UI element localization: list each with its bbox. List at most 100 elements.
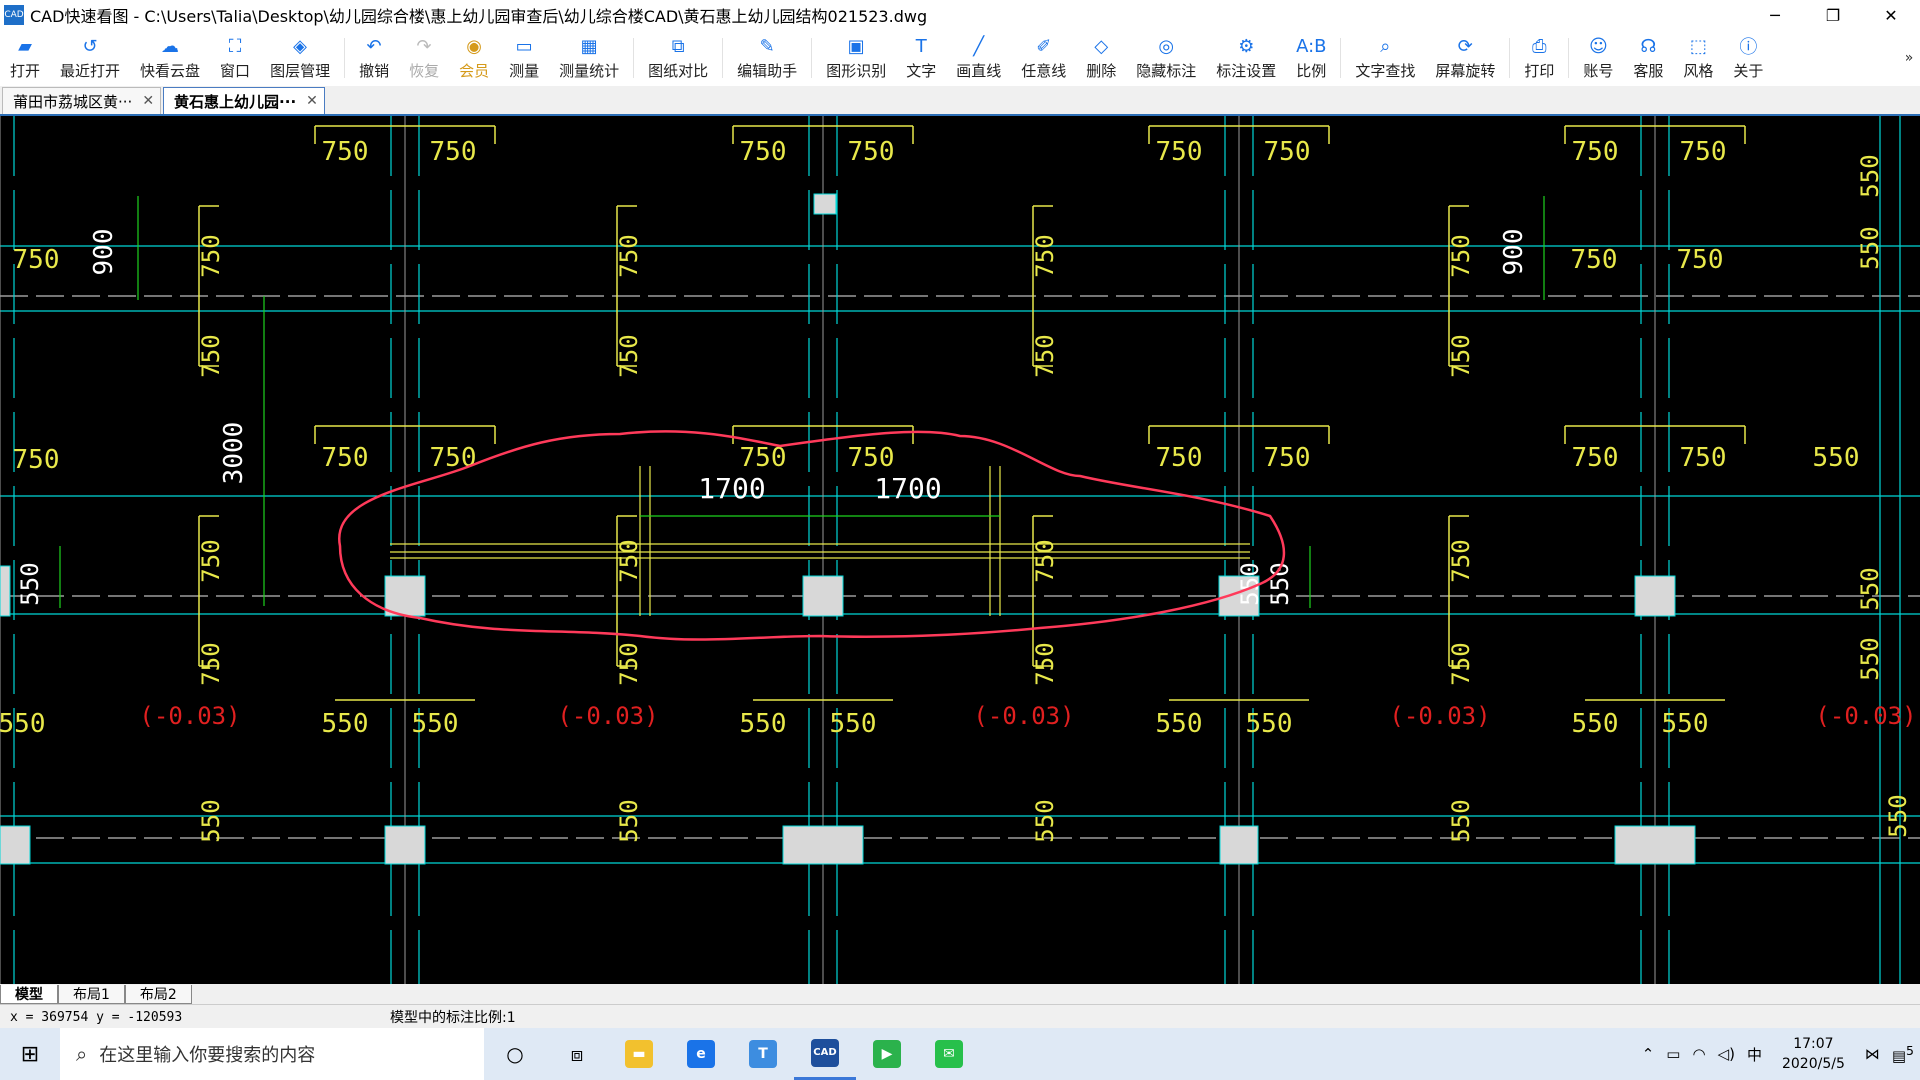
- service-button[interactable]: ☊ 客服: [1623, 30, 1673, 86]
- dimension-label: 750: [197, 334, 225, 377]
- user-icon: ☺: [1588, 35, 1608, 57]
- undo-button[interactable]: ↶ 撤销: [349, 30, 399, 86]
- dimension-label: 550: [1856, 637, 1884, 680]
- dimension-label: 750: [1031, 334, 1059, 377]
- close-icon[interactable]: ✕: [306, 93, 318, 109]
- column-block: [384, 825, 426, 865]
- scale-button[interactable]: A:B 比例: [1286, 30, 1336, 86]
- windows-taskbar: ⊞ ⌕ 在这里输入你要搜索的内容 ○ ⧈ ▬ e T CAD ▶ ✉ ⌃ ▭ ◠…: [0, 1028, 1920, 1080]
- dimension-label: 750: [1447, 234, 1475, 277]
- dimension-label: 550: [1813, 443, 1860, 473]
- toolbar-divider: [811, 38, 813, 78]
- measure-button[interactable]: ▭ 测量: [499, 30, 549, 86]
- drawing-canvas[interactable]: 750 750 750 750 750 750 750 750 550 550 550 (-0.03)…: [0, 116, 1920, 984]
- vip-button[interactable]: ◉ 会员: [449, 30, 499, 86]
- edit-helper-button[interactable]: ✎ 编辑助手: [727, 30, 807, 86]
- layout-tab-model[interactable]: 模型: [0, 984, 58, 1004]
- input-icon[interactable]: ⋈: [1859, 1045, 1886, 1063]
- notification-icon[interactable]: ▤5: [1886, 1043, 1920, 1065]
- wifi-icon[interactable]: ◠: [1686, 1045, 1711, 1063]
- text-button[interactable]: T 文字: [896, 30, 946, 86]
- close-icon[interactable]: ✕: [142, 93, 154, 109]
- status-bar: x = 369754 y = -120593 模型中的标注比例:1: [0, 1004, 1920, 1029]
- text-icon: T: [915, 35, 927, 57]
- wechat-app[interactable]: ✉: [918, 1028, 980, 1080]
- print-button[interactable]: ⎙ 打印: [1514, 30, 1564, 86]
- measure-stats-button[interactable]: ▦ 测量统计: [549, 30, 629, 86]
- tim-app[interactable]: T: [732, 1028, 794, 1080]
- edge-app[interactable]: e: [670, 1028, 732, 1080]
- volume-icon[interactable]: ◁): [1712, 1045, 1741, 1063]
- cad-drawing[interactable]: 750 750 750 750 750 750 750 750 550 550 550 (-0.03)…: [0, 116, 1920, 984]
- search-icon: ⌕: [76, 1042, 88, 1066]
- dim-settings-button[interactable]: ⚙ 标注设置: [1206, 30, 1286, 86]
- explorer-app[interactable]: ▬: [608, 1028, 670, 1080]
- recent-button[interactable]: ↺ 最近打开: [50, 30, 130, 86]
- text-find-button[interactable]: ⌕ 文字查找: [1345, 30, 1425, 86]
- dimension-label: 550: [830, 709, 877, 739]
- line-button[interactable]: ╱ 画直线: [946, 30, 1011, 86]
- shape-recog-button[interactable]: ▣ 图形识别: [816, 30, 896, 86]
- style-button[interactable]: ⬚ 风格: [1673, 30, 1723, 86]
- dimension-label: 750: [615, 234, 643, 277]
- ime-indicator[interactable]: 中: [1741, 1044, 1768, 1065]
- compare-icon: ⧉: [671, 35, 685, 57]
- start-button[interactable]: ⊞: [0, 1028, 60, 1080]
- dimension-label: 750: [322, 137, 369, 167]
- delete-button[interactable]: ◇ 删除: [1076, 30, 1126, 86]
- main-toolbar: ▰ 打开 ↺ 最近打开 ☁ 快看云盘 ⛶ 窗口 ◈ 图层管理 ↶ 撤销 ↷ 恢复 ◉ 会员 ▭ 测…: [0, 30, 1920, 87]
- more-tools-button[interactable]: »: [1898, 30, 1920, 86]
- dimension-label: 900: [89, 229, 119, 276]
- task-view-button[interactable]: ⧈: [546, 1028, 608, 1080]
- cloud-button[interactable]: ☁ 快看云盘: [130, 30, 210, 86]
- gear-icon: ⚙: [1238, 35, 1255, 57]
- video-app[interactable]: ▶: [856, 1028, 918, 1080]
- redo-button[interactable]: ↷ 恢复: [399, 30, 449, 86]
- doc-tab-putian[interactable]: 莆田市荔城区黄··· ✕: [2, 87, 162, 114]
- window-title: CAD快速看图 - C:\Users\Talia\Desktop\幼儿园综合楼\…: [30, 7, 928, 26]
- chevron-up-icon[interactable]: ⌃: [1636, 1045, 1661, 1063]
- clock[interactable]: 17:07 2020/5/5: [1768, 1034, 1859, 1074]
- minimize-button[interactable]: ─: [1746, 0, 1804, 30]
- headset-icon: ☊: [1640, 35, 1657, 57]
- dimension-label: 550: [1447, 799, 1475, 842]
- dimension-label: 750: [1264, 443, 1311, 473]
- elevation-label: (-0.03): [557, 702, 658, 730]
- taskbar-search[interactable]: ⌕ 在这里输入你要搜索的内容: [60, 1028, 484, 1080]
- cad-app[interactable]: CAD: [794, 1028, 856, 1080]
- folder-icon: ▬: [625, 1040, 653, 1068]
- cortana-button[interactable]: ○: [484, 1028, 546, 1080]
- windows-icon: ⊞: [20, 1041, 40, 1067]
- close-button[interactable]: ✕: [1862, 0, 1920, 30]
- eraser-icon: ◇: [1094, 35, 1109, 57]
- shape-icon: ▣: [847, 35, 865, 57]
- about-button[interactable]: ⓘ 关于: [1723, 30, 1773, 86]
- rotate-button[interactable]: ⟳ 屏幕旋转: [1425, 30, 1505, 86]
- hide-dim-button[interactable]: ◎ 隐藏标注: [1126, 30, 1206, 86]
- doc-tab-huangshi[interactable]: 黄石惠上幼儿园··· ✕: [163, 87, 325, 114]
- column-block: [1219, 825, 1259, 865]
- dimension-label: 750: [1031, 539, 1059, 582]
- window-button[interactable]: ⛶ 窗口: [210, 30, 260, 86]
- layout-tabs: 模型 布局1 布局2: [0, 984, 1920, 1004]
- rotate-icon: ⟳: [1457, 35, 1473, 57]
- toolbar-divider: [633, 38, 635, 78]
- restore-button[interactable]: ❐: [1804, 0, 1862, 30]
- cursor-coordinates: x = 369754 y = -120593: [10, 1009, 183, 1025]
- history-icon: ↺: [82, 35, 98, 57]
- layout-tab-1[interactable]: 布局1: [58, 984, 125, 1004]
- layers-button[interactable]: ◈ 图层管理: [260, 30, 340, 86]
- compare-button[interactable]: ⧉ 图纸对比: [638, 30, 718, 86]
- circle-icon: ○: [506, 1042, 524, 1066]
- dimension-label: 750: [848, 443, 895, 473]
- battery-icon[interactable]: ▭: [1660, 1045, 1686, 1063]
- freeline-button[interactable]: ✐ 任意线: [1011, 30, 1076, 86]
- clock-date: 2020/5/5: [1781, 1056, 1845, 1072]
- dimension-label: 550: [322, 709, 369, 739]
- account-button[interactable]: ☺ 账号: [1573, 30, 1623, 86]
- task-view-icon: ⧈: [570, 1042, 584, 1066]
- dimension-label: 550: [1662, 709, 1709, 739]
- dimension-label: 750: [322, 443, 369, 473]
- layout-tab-2[interactable]: 布局2: [124, 984, 192, 1004]
- open-button[interactable]: ▰ 打开: [0, 30, 50, 86]
